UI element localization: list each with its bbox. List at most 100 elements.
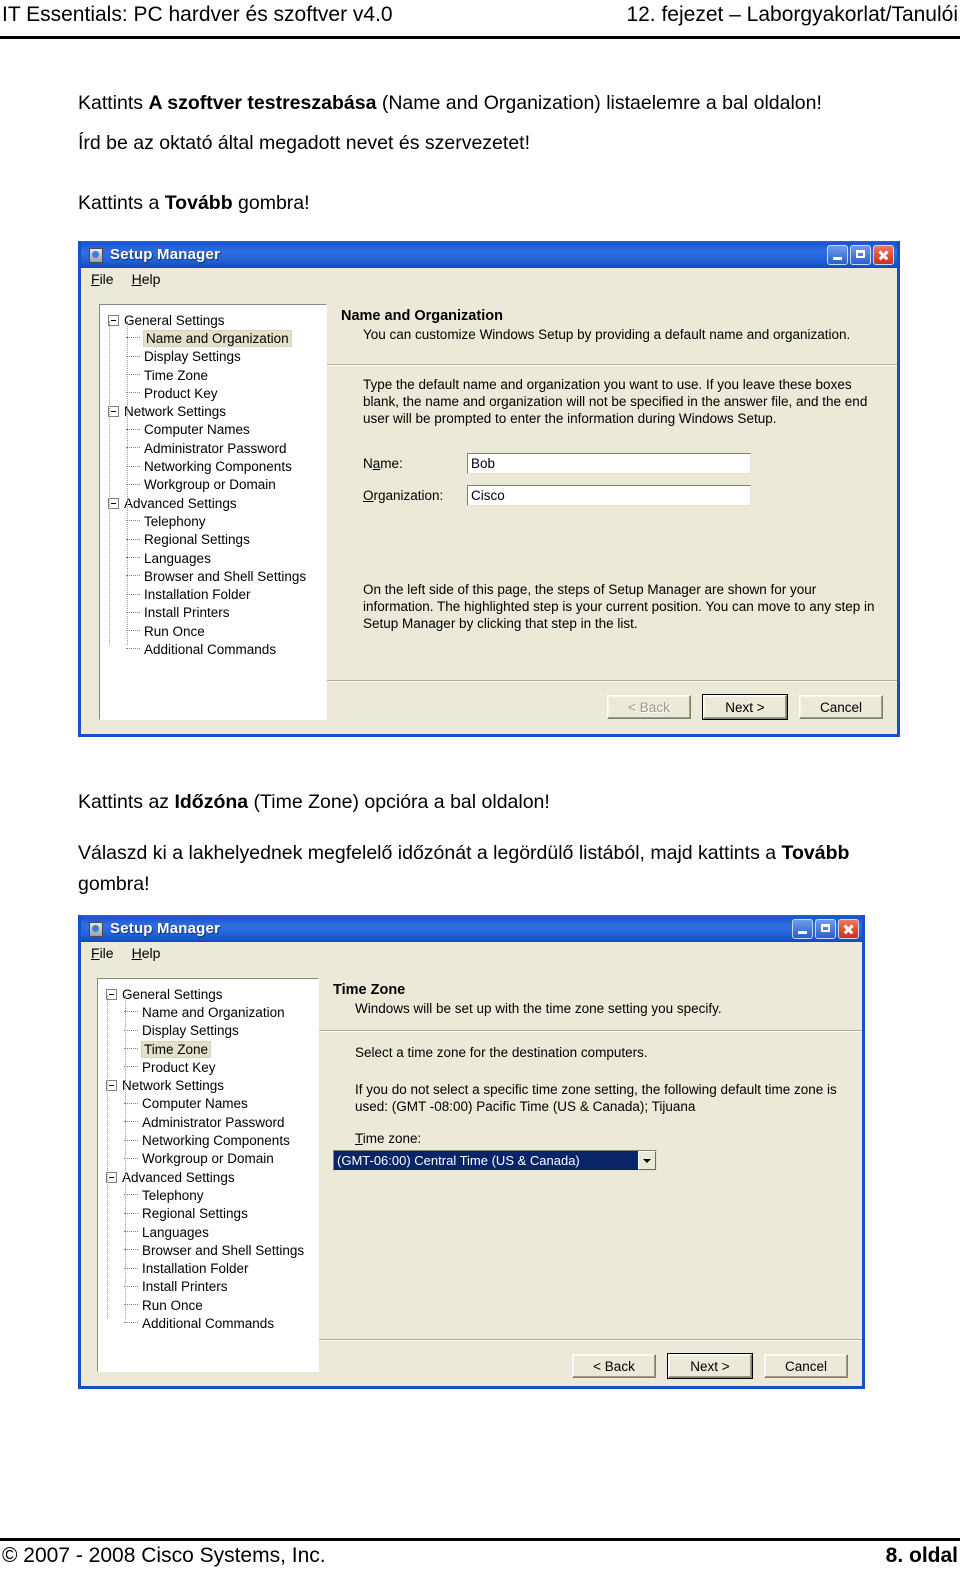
tree-item-time-zone[interactable]: Time Zone	[104, 366, 322, 384]
name-input[interactable]: Bob	[467, 453, 751, 474]
titlebar[interactable]: Setup Manager	[81, 915, 862, 942]
tree-item-telephony[interactable]: Telephony	[104, 512, 322, 530]
window-controls[interactable]	[792, 918, 859, 939]
tree-item-networking-components[interactable]: Networking Components	[102, 1131, 314, 1149]
tree-connector-icon	[124, 1121, 138, 1123]
tree-item-administrator-password[interactable]: Administrator Password	[104, 439, 322, 457]
tree-item-name-and-organization[interactable]: Name and Organization	[102, 1003, 314, 1021]
menu-item-file-rest: ile	[99, 271, 114, 287]
titlebar[interactable]: Setup Manager	[81, 241, 897, 268]
tree-item-administrator-password[interactable]: Administrator Password	[102, 1113, 314, 1131]
tree-item-product-key[interactable]: Product Key	[104, 384, 322, 402]
tree-item-general-settings[interactable]: General Settings	[104, 311, 322, 329]
close-icon[interactable]	[838, 918, 859, 939]
tree-item-label: Network Settings	[124, 404, 227, 420]
tree-item-languages[interactable]: Languages	[104, 549, 322, 567]
tree-item-label: Run Once	[144, 623, 205, 639]
panel-heading: Name and Organization	[341, 308, 503, 324]
minimize-icon[interactable]	[792, 918, 813, 939]
instruction-step-5: Válaszd ki a lakhelyednek megfelelő időz…	[78, 838, 868, 900]
menu-item-file[interactable]: File	[91, 945, 114, 961]
tree-item-label: Install Printers	[142, 1279, 228, 1295]
tree-item-regional-settings[interactable]: Regional Settings	[102, 1205, 314, 1223]
window-controls[interactable]	[827, 244, 894, 265]
tree-item-display-settings[interactable]: Display Settings	[104, 348, 322, 366]
maximize-icon[interactable]	[815, 918, 836, 939]
tree-item-additional-commands[interactable]: Additional Commands	[104, 640, 322, 658]
instruction-step-3: Kattints a Tovább gombra!	[78, 188, 868, 219]
back-button[interactable]: < Back	[607, 695, 691, 719]
tree-item-workgroup-or-domain[interactable]: Workgroup or Domain	[102, 1150, 314, 1168]
tree-connector-icon	[124, 1322, 138, 1324]
tree-item-browser-and-shell-settings[interactable]: Browser and Shell Settings	[104, 567, 322, 585]
time-zone-dropdown[interactable]: (GMT-06:00) Central Time (US & Canada)	[333, 1150, 657, 1171]
tree-item-time-zone[interactable]: Time Zone	[102, 1040, 314, 1058]
instruction-step-3-bold: Tovább	[164, 192, 233, 214]
menu-item-help-rest: elp	[141, 271, 161, 287]
instruction-step-1: Kattints A szoftver testreszabása (Name …	[78, 88, 868, 119]
tree-connector-icon	[124, 1304, 138, 1306]
back-button[interactable]: < Back	[572, 1354, 656, 1378]
tree-connector-icon	[126, 428, 140, 431]
cancel-button[interactable]: Cancel	[799, 695, 883, 719]
menu-item-file-rest: ile	[99, 945, 114, 961]
setup-steps-tree[interactable]: General Settings Name and Organization Dis…	[97, 978, 319, 1372]
tree-guide-line	[127, 321, 128, 645]
organization-input[interactable]: Cisco	[467, 485, 751, 506]
tree-item-label: Advanced Settings	[122, 1169, 235, 1185]
tree-item-computer-names[interactable]: Computer Names	[104, 421, 322, 439]
tree-item-label: Networking Components	[142, 1133, 290, 1149]
cancel-button[interactable]: Cancel	[764, 1354, 848, 1378]
tree-item-install-printers[interactable]: Install Printers	[104, 604, 322, 622]
next-button[interactable]: Next >	[703, 695, 787, 719]
menu-item-help-rest: elp	[141, 945, 161, 961]
minimize-icon[interactable]	[827, 244, 848, 265]
tree-item-name-and-organization[interactable]: Name and Organization	[104, 329, 322, 347]
tree-item-installation-folder[interactable]: Installation Folder	[102, 1259, 314, 1277]
tree-item-telephony[interactable]: Telephony	[102, 1186, 314, 1204]
next-button[interactable]: Next >	[668, 1354, 752, 1378]
tree-connector-icon	[124, 1066, 138, 1068]
footer-divider	[0, 1538, 960, 1541]
tree-item-additional-commands[interactable]: Additional Commands	[102, 1314, 314, 1332]
tree-item-display-settings[interactable]: Display Settings	[102, 1022, 314, 1040]
tree-item-install-printers[interactable]: Install Printers	[102, 1278, 314, 1296]
setup-manager-window-name-org[interactable]: Setup Manager File Help General Settings…	[78, 241, 900, 737]
setup-manager-window-time-zone[interactable]: Setup Manager File Help General Settings…	[78, 915, 865, 1389]
tree-connector-icon	[126, 355, 140, 358]
tree-connector-icon	[126, 557, 140, 559]
maximize-icon[interactable]	[850, 244, 871, 265]
tree-item-workgroup-or-domain[interactable]: Workgroup or Domain	[104, 476, 322, 494]
tree-item-regional-settings[interactable]: Regional Settings	[104, 531, 322, 549]
dialog-button-row[interactable]: < Back Next > Cancel	[607, 695, 883, 719]
tree-item-run-once[interactable]: Run Once	[102, 1296, 314, 1314]
tree-item-advanced-settings[interactable]: Advanced Settings	[104, 494, 322, 512]
menu-item-help[interactable]: Help	[132, 271, 161, 287]
tree-connector-icon	[124, 1194, 138, 1196]
dialog-body: General Settings Name and Organization Dis…	[81, 964, 862, 1386]
organization-field-row[interactable]: Organization: Cisco	[363, 485, 783, 506]
menu-bar[interactable]: File Help	[81, 942, 862, 964]
tree-item-product-key[interactable]: Product Key	[102, 1058, 314, 1076]
close-icon[interactable]	[873, 244, 894, 265]
tree-item-run-once[interactable]: Run Once	[104, 622, 322, 640]
tree-item-general-settings[interactable]: General Settings	[102, 985, 314, 1003]
dialog-button-row[interactable]: < Back Next > Cancel	[572, 1354, 848, 1378]
tree-connector-icon	[124, 1029, 138, 1032]
menu-item-help[interactable]: Help	[132, 945, 161, 961]
tree-connector-icon	[126, 648, 140, 650]
chevron-down-icon[interactable]	[638, 1151, 656, 1170]
name-field-row[interactable]: Name: Bob	[363, 453, 783, 474]
tree-item-network-settings[interactable]: Network Settings	[104, 402, 322, 420]
tree-item-installation-folder[interactable]: Installation Folder	[104, 585, 322, 603]
menu-item-file[interactable]: File	[91, 271, 114, 287]
setup-steps-tree[interactable]: General Settings Name and Organization Dis…	[99, 304, 327, 720]
time-zone-selected-value[interactable]: (GMT-06:00) Central Time (US & Canada)	[334, 1151, 638, 1170]
menu-bar[interactable]: File Help	[81, 268, 897, 290]
tree-item-networking-components[interactable]: Networking Components	[104, 457, 322, 475]
tree-item-computer-names[interactable]: Computer Names	[102, 1095, 314, 1113]
tree-item-advanced-settings[interactable]: Advanced Settings	[102, 1168, 314, 1186]
tree-item-network-settings[interactable]: Network Settings	[102, 1076, 314, 1094]
tree-item-languages[interactable]: Languages	[102, 1223, 314, 1241]
tree-item-browser-and-shell-settings[interactable]: Browser and Shell Settings	[102, 1241, 314, 1259]
